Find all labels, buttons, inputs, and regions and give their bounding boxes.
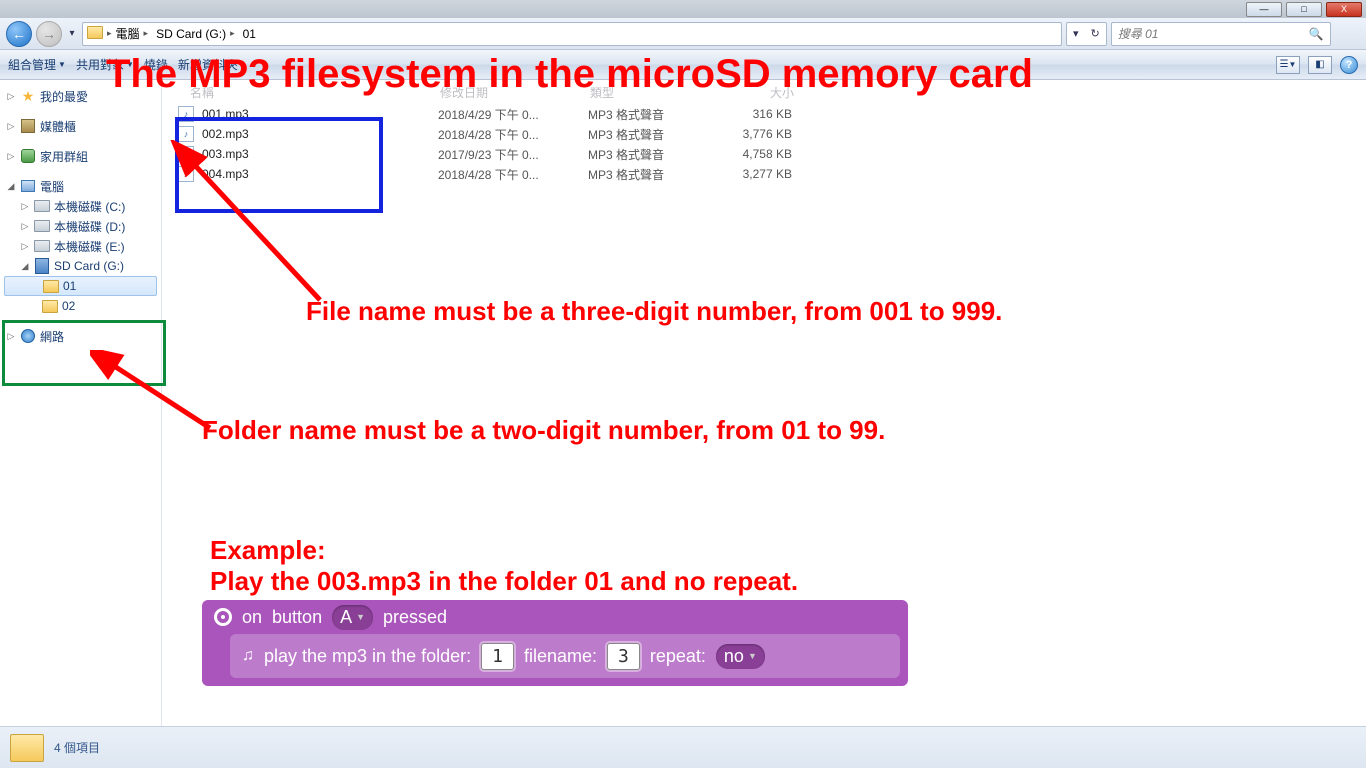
file-type: MP3 格式聲音 xyxy=(588,126,708,143)
tree-homegroup[interactable]: ▷家用群組 xyxy=(2,146,159,166)
annotation-title: The MP3 filesystem in the microSD memory… xyxy=(106,52,1356,97)
file-size: 316 KB xyxy=(708,107,808,121)
folder-icon xyxy=(87,26,103,42)
file-size: 3,776 KB xyxy=(708,127,808,141)
drive-icon xyxy=(34,198,50,214)
tree-folder-02[interactable]: 02 xyxy=(2,296,159,316)
dropdown-icon[interactable]: ▾ xyxy=(1067,27,1085,40)
annotation-folderbox xyxy=(2,320,166,386)
code-block-outer: on button A▼ pressed ♫ play the mp3 in t… xyxy=(202,600,908,686)
status-bar: 4 個項目 xyxy=(0,726,1366,768)
breadcrumb[interactable]: ▸電腦▸ SD Card (G:)▸ 01 xyxy=(82,22,1062,46)
address-refresh-controls[interactable]: ▾↻ xyxy=(1066,22,1107,46)
tree-computer[interactable]: ◢電腦 xyxy=(2,176,159,196)
tree-drive-d[interactable]: ▷本機磁碟 (D:) xyxy=(2,216,159,236)
filename-number-input[interactable]: 3 xyxy=(607,643,640,670)
window-titlebar: — □ X xyxy=(0,0,1366,18)
folder-icon xyxy=(42,298,58,314)
annotation-rule-folder: Folder name must be a two-digit number, … xyxy=(202,415,885,446)
file-date: 2018/4/28 下午 0... xyxy=(438,126,588,143)
file-size: 3,277 KB xyxy=(708,167,808,181)
drive-icon xyxy=(34,218,50,234)
window-maximize-button[interactable]: □ xyxy=(1286,2,1322,17)
search-input[interactable]: 搜尋 01 🔍 xyxy=(1111,22,1331,46)
nav-history-dropdown[interactable]: ▾ xyxy=(66,28,78,39)
input-icon xyxy=(214,608,232,626)
file-type: MP3 格式聲音 xyxy=(588,106,708,123)
sdcard-icon xyxy=(34,258,50,274)
star-icon: ★ xyxy=(20,88,36,104)
folder-icon xyxy=(10,734,44,762)
tree-drive-c[interactable]: ▷本機磁碟 (C:) xyxy=(2,196,159,216)
annotation-filebox xyxy=(175,117,383,213)
music-icon: ♫ xyxy=(242,647,254,665)
breadcrumb-segment[interactable]: 01 xyxy=(239,23,260,45)
window-minimize-button[interactable]: — xyxy=(1246,2,1282,17)
code-block-inner: ♫ play the mp3 in the folder: 1 filename… xyxy=(230,634,900,678)
folder-icon xyxy=(43,278,59,294)
file-size: 4,758 KB xyxy=(708,147,808,161)
breadcrumb-segment[interactable]: SD Card (G:)▸ xyxy=(152,23,239,45)
search-icon[interactable]: 🔍 xyxy=(1309,27,1324,41)
tree-sdcard[interactable]: ◢SD Card (G:) xyxy=(2,256,159,276)
repeat-selector[interactable]: no▼ xyxy=(716,644,765,669)
nav-back-button[interactable]: ← xyxy=(6,21,32,47)
button-selector[interactable]: A▼ xyxy=(332,605,373,630)
tree-drive-e[interactable]: ▷本機磁碟 (E:) xyxy=(2,236,159,256)
window-close-button[interactable]: X xyxy=(1326,2,1362,17)
tree-libraries[interactable]: ▷媒體櫃 xyxy=(2,116,159,136)
file-type: MP3 格式聲音 xyxy=(588,146,708,163)
breadcrumb-segment[interactable]: ▸電腦▸ xyxy=(103,23,152,45)
annotation-rule-file: File name must be a three-digit number, … xyxy=(306,296,1002,327)
search-placeholder: 搜尋 01 xyxy=(1118,25,1159,42)
refresh-icon[interactable]: ↻ xyxy=(1085,27,1106,40)
file-date: 2018/4/29 下午 0... xyxy=(438,106,588,123)
navigation-bar: ← → ▾ ▸電腦▸ SD Card (G:)▸ 01 ▾↻ 搜尋 01 🔍 xyxy=(0,18,1366,50)
file-date: 2018/4/28 下午 0... xyxy=(438,166,588,183)
homegroup-icon xyxy=(20,148,36,164)
computer-icon xyxy=(20,178,36,194)
file-type: MP3 格式聲音 xyxy=(588,166,708,183)
nav-forward-button[interactable]: → xyxy=(36,21,62,47)
code-block-header: on button A▼ pressed xyxy=(202,600,908,634)
status-item-count: 4 個項目 xyxy=(54,739,100,756)
folder-number-input[interactable]: 1 xyxy=(481,643,514,670)
annotation-example: Example: Play the 003.mp3 in the folder … xyxy=(210,535,798,597)
library-icon xyxy=(20,118,36,134)
file-date: 2017/9/23 下午 0... xyxy=(438,146,588,163)
toolbar-organize[interactable]: 組合管理 ▼ xyxy=(8,56,66,73)
navigation-tree: ▷★我的最愛 ▷媒體櫃 ▷家用群組 ◢電腦 ▷本機磁碟 (C:) ▷本機磁碟 (… xyxy=(0,80,162,726)
tree-folder-01[interactable]: 01 xyxy=(4,276,157,296)
drive-icon xyxy=(34,238,50,254)
